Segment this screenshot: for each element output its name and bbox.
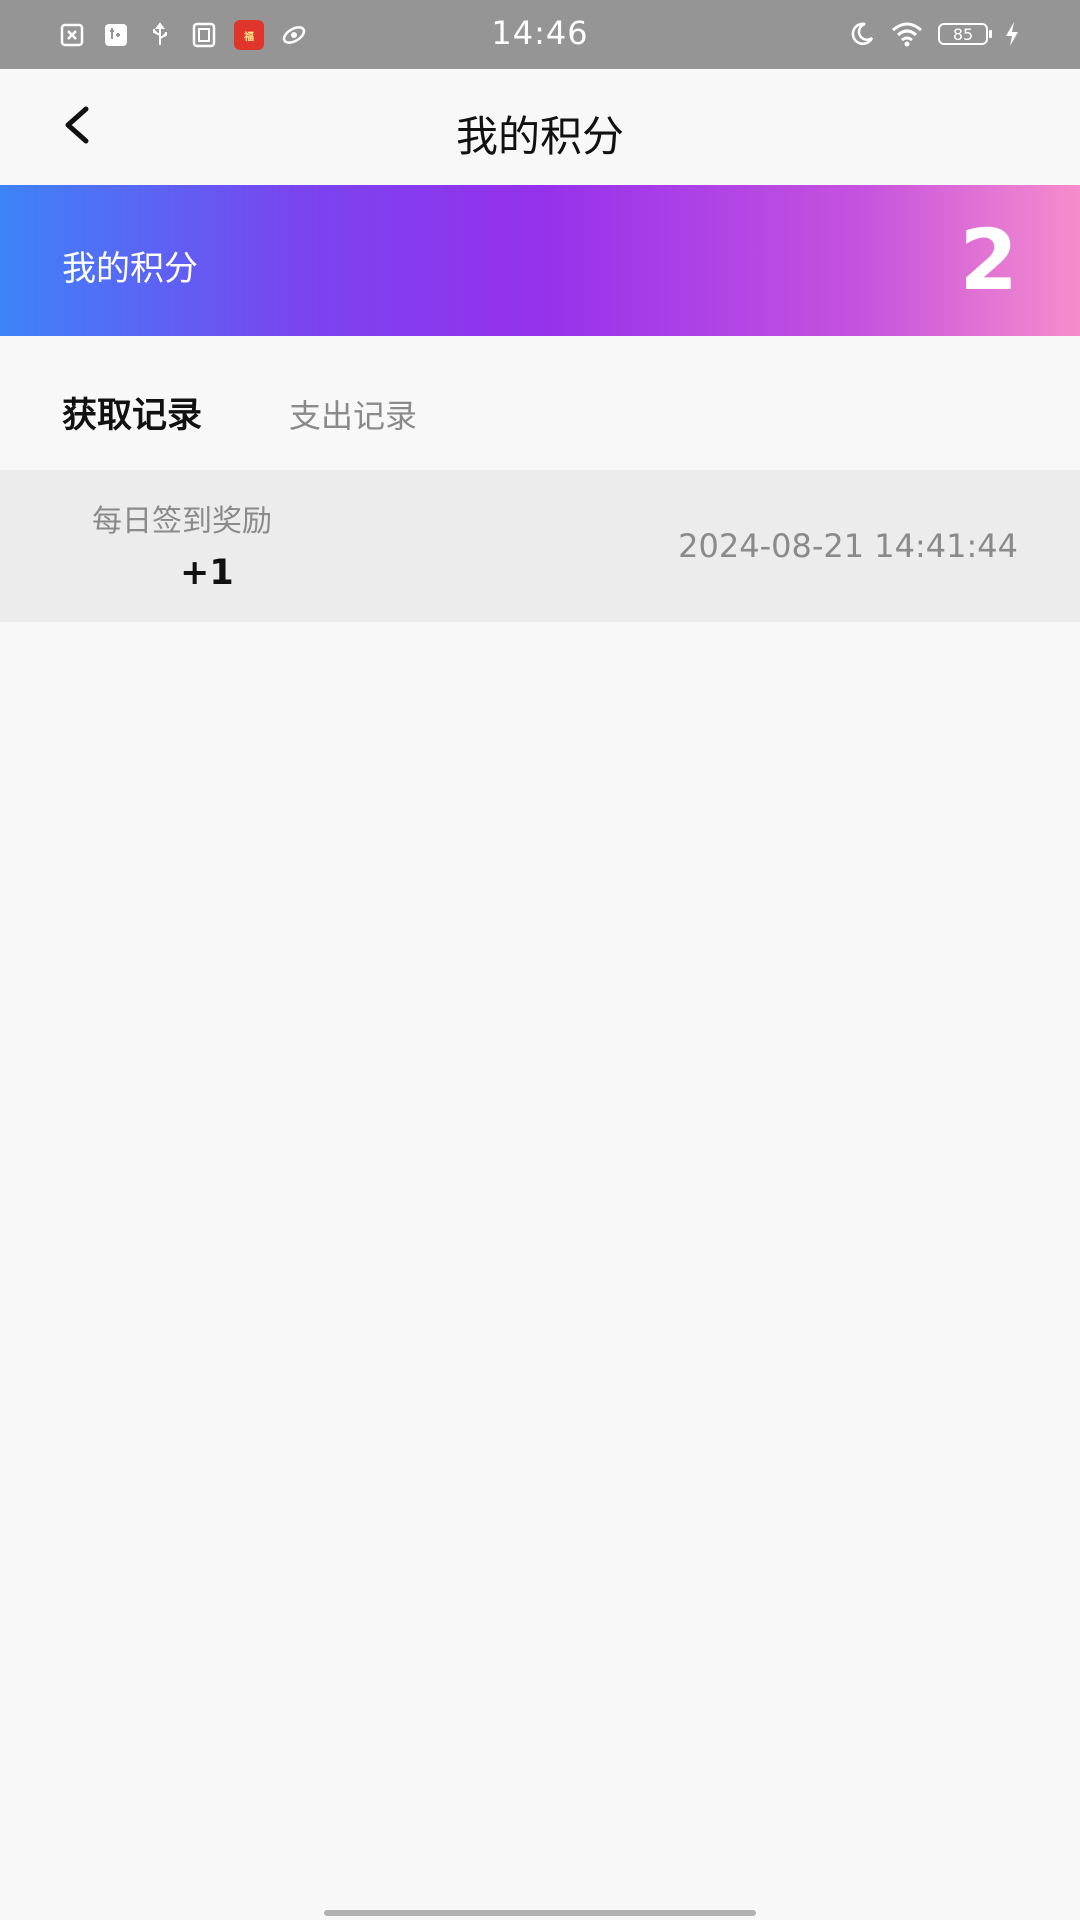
list-item: 每日签到奖励 +1 2024-08-21 14:41:44 <box>0 470 1080 622</box>
record-title: 每日签到奖励 <box>92 504 272 539</box>
home-indicator[interactable] <box>324 1910 756 1916</box>
battery-icon: 85 <box>938 23 992 45</box>
status-bar: 福 14:46 85 <box>0 0 1080 69</box>
page-title: 我的积分 <box>455 112 624 161</box>
points-banner-label: 我的积分 <box>62 249 198 289</box>
record-tabs: 获取记录 支出记录 <box>0 336 1080 470</box>
tab-spend-records[interactable]: 支出记录 <box>289 391 417 437</box>
record-time: 2024-08-21 14:41:44 <box>678 527 1018 565</box>
charging-bolt-icon <box>1002 20 1022 48</box>
record-points: +1 <box>180 553 234 593</box>
moon-icon <box>848 20 876 48</box>
status-icons-right: 85 <box>848 18 1022 50</box>
points-banner: 我的积分 2 <box>0 185 1080 336</box>
tab-earn-records[interactable]: 获取记录 <box>62 387 202 438</box>
wifi-icon <box>890 20 924 48</box>
points-total: 2 <box>959 211 1018 309</box>
header: 我的积分 <box>0 69 1080 185</box>
